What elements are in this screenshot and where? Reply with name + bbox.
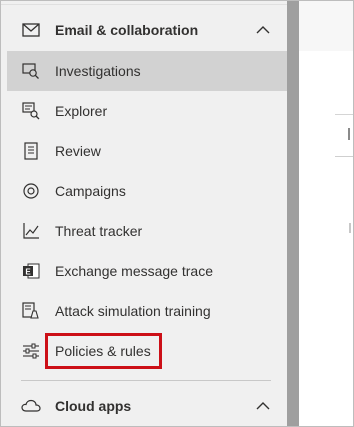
exchange-icon: E xyxy=(21,261,41,281)
content-divider xyxy=(335,114,353,115)
main-content-panel xyxy=(299,51,353,426)
campaigns-icon xyxy=(21,181,41,201)
mail-icon xyxy=(21,20,41,40)
nav-item-exchange-message-trace[interactable]: E Exchange message trace xyxy=(7,251,287,291)
window-frame: Email & collaboration Investigations Exp… xyxy=(0,0,354,427)
main-content-area xyxy=(299,1,353,426)
chevron-up-icon[interactable] xyxy=(253,396,273,416)
nav-item-attack-simulation-training[interactable]: Attack simulation training xyxy=(7,291,287,331)
nav-item-investigations[interactable]: Investigations xyxy=(7,51,287,91)
attack-simulation-icon xyxy=(21,301,41,321)
cloud-icon xyxy=(21,396,41,416)
policies-icon xyxy=(21,341,41,361)
content-marker xyxy=(348,128,350,140)
svg-text:E: E xyxy=(25,268,31,277)
left-navigation: Email & collaboration Investigations Exp… xyxy=(1,1,287,426)
nav-item-label: Threat tracker xyxy=(55,223,143,239)
content-divider xyxy=(335,156,353,157)
content-marker xyxy=(349,223,351,233)
top-divider xyxy=(1,4,287,5)
review-icon xyxy=(21,141,41,161)
chevron-up-icon[interactable] xyxy=(253,20,273,40)
nav-item-label: Campaigns xyxy=(55,183,126,199)
investigation-icon xyxy=(21,61,41,81)
nav-item-explorer[interactable]: Explorer xyxy=(7,91,287,131)
section-divider xyxy=(21,380,271,381)
section-cloud-label: Cloud apps xyxy=(55,398,132,414)
nav-item-label: Attack simulation training xyxy=(55,303,211,319)
threat-tracker-icon xyxy=(21,221,41,241)
nav-item-label: Investigations xyxy=(55,63,141,79)
section-cloud-apps[interactable]: Cloud apps xyxy=(1,386,287,426)
nav-item-threat-tracker[interactable]: Threat tracker xyxy=(7,211,287,251)
nav-item-label: Exchange message trace xyxy=(55,263,213,279)
nav-item-review[interactable]: Review xyxy=(7,131,287,171)
main-header-panel xyxy=(299,1,353,52)
nav-item-campaigns[interactable]: Campaigns xyxy=(7,171,287,211)
nav-item-label: Review xyxy=(55,143,101,159)
highlight-box xyxy=(45,333,162,369)
nav-item-label: Explorer xyxy=(55,103,108,119)
section-email-label: Email & collaboration xyxy=(55,22,199,38)
explorer-icon xyxy=(21,101,41,121)
pane-splitter[interactable] xyxy=(287,1,299,426)
section-email-collaboration[interactable]: Email & collaboration xyxy=(1,10,287,50)
